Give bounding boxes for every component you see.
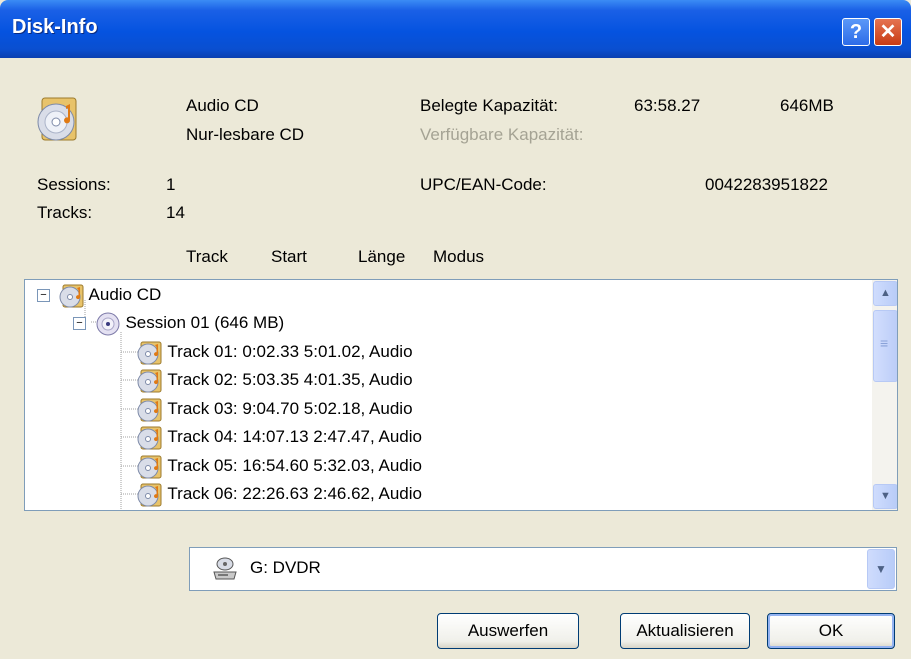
tree-root-label: Audio CD [88, 285, 162, 304]
tree-track-item[interactable]: Track 03: 9:04.70 5:02.18, Audio [137, 395, 413, 423]
tracks-label: Tracks: [37, 203, 93, 222]
tree-track-item[interactable]: Track 05: 16:54.60 5:32.03, Audio [137, 452, 422, 480]
tree-root-item[interactable]: − Audio CD [37, 281, 161, 309]
ok-button[interactable]: OK [767, 613, 895, 649]
help-icon: ? [849, 21, 863, 43]
track-label: Track 02: 5:03.35 4:01.35, Audio [167, 370, 413, 389]
available-capacity-label: Verfügbare Kapazität: [420, 125, 584, 144]
sessions-label: Sessions: [37, 175, 111, 194]
tree-track-item[interactable]: Track 06: 22:26.63 2:46.62, Audio [137, 480, 422, 508]
refresh-button[interactable]: Aktualisieren [620, 613, 750, 649]
arrow-up-icon: ▲ [880, 287, 891, 299]
audio-track-icon [137, 398, 162, 422]
scroll-thumb[interactable]: ≡ [873, 310, 897, 382]
audio-track-icon [137, 369, 162, 393]
disc-mode-text: Nur-lesbare CD [186, 125, 305, 144]
column-header-start: Start [271, 247, 307, 266]
window-title: Disk-Info [12, 16, 98, 38]
tree-track-item[interactable]: Track 04: 14:07.13 2:47.47, Audio [137, 423, 422, 451]
track-label: Track 04: 14:07.13 2:47.47, Audio [167, 427, 422, 446]
drive-icon [213, 557, 237, 580]
close-icon: ✕ [879, 21, 897, 43]
tree-session-label: Session 01 (646 MB) [125, 313, 285, 332]
arrow-down-icon: ▼ [880, 490, 891, 502]
drive-select[interactable]: G: DVDR ▼ [189, 547, 897, 591]
audio-track-icon [137, 483, 162, 507]
grip-icon: ≡ [880, 335, 889, 351]
track-tree-view[interactable]: − Audio CD − Session 01 (646 MB) Track 0… [24, 279, 898, 511]
disk-info-dialog: Disk-Info ? ✕ Audio CD Nur-lesbare CD Be… [0, 0, 911, 659]
track-label: Track 03: 9:04.70 5:02.18, Audio [167, 399, 413, 418]
vertical-scrollbar[interactable]: ▲ ≡ ▼ [872, 280, 897, 510]
dropdown-button[interactable]: ▼ [867, 549, 895, 589]
track-label: Track 05: 16:54.60 5:32.03, Audio [167, 456, 422, 475]
tracks-value: 14 [166, 203, 185, 222]
audio-track-icon [137, 455, 162, 479]
audio-track-icon [137, 341, 162, 365]
audio-cd-icon [59, 284, 84, 308]
column-header-track: Track [186, 247, 228, 266]
collapse-toggle-icon[interactable]: − [37, 289, 50, 303]
close-button[interactable]: ✕ [874, 18, 902, 46]
audio-track-icon [137, 426, 162, 450]
track-label: Track 01: 0:02.33 5:01.02, Audio [167, 342, 413, 361]
collapse-toggle-icon[interactable]: − [73, 317, 86, 331]
help-button[interactable]: ? [842, 18, 870, 46]
chevron-down-icon: ▼ [875, 562, 887, 576]
tree-track-item[interactable]: Track 02: 5:03.35 4:01.35, Audio [137, 366, 413, 394]
upc-value: 0042283951822 [705, 175, 828, 194]
scroll-up-button[interactable]: ▲ [873, 281, 897, 306]
disc-type-text: Audio CD [186, 96, 259, 115]
title-bar[interactable]: Disk-Info ? ✕ [0, 0, 911, 58]
tree-track-item[interactable]: Track 01: 0:02.33 5:01.02, Audio [137, 338, 413, 366]
eject-button[interactable]: Auswerfen [437, 613, 579, 649]
used-capacity-label: Belegte Kapazität: [420, 96, 558, 115]
track-label: Track 06: 22:26.63 2:46.62, Audio [167, 484, 422, 503]
scroll-down-button[interactable]: ▼ [873, 484, 897, 509]
audio-cd-icon [37, 97, 77, 141]
drive-select-value: G: DVDR [250, 558, 321, 577]
sessions-value: 1 [166, 175, 176, 194]
session-disc-icon [96, 312, 120, 336]
tree-session-item[interactable]: − Session 01 (646 MB) [73, 309, 284, 337]
column-header-length: Länge [358, 247, 406, 266]
used-capacity-time: 63:58.27 [634, 96, 701, 115]
used-capacity-size: 646MB [780, 96, 834, 115]
upc-label: UPC/EAN-Code: [420, 175, 547, 194]
column-header-mode: Modus [433, 247, 485, 266]
